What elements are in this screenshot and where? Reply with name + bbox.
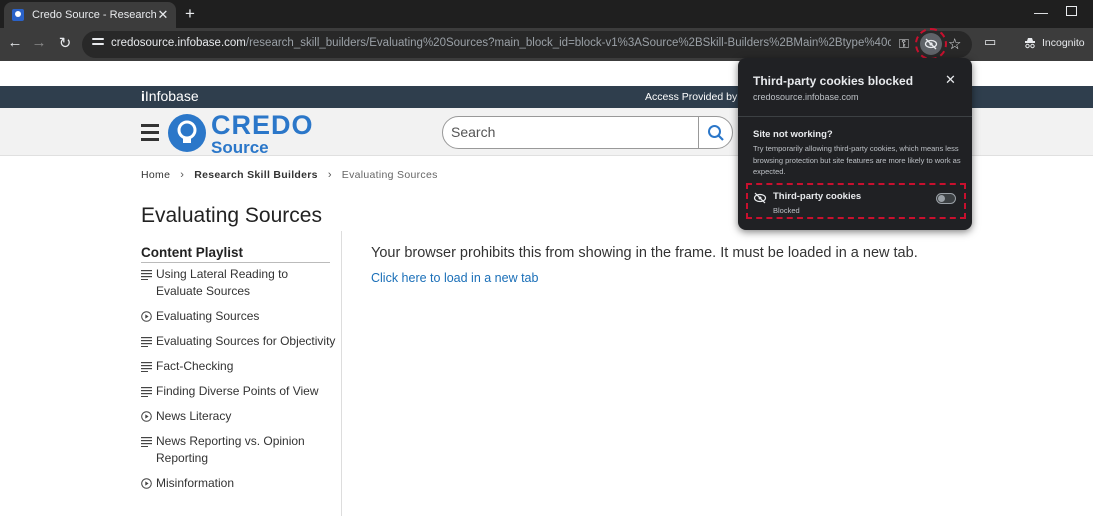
bookmark-star-icon[interactable]: ☆ [948,35,961,53]
lines-icon [141,268,152,280]
frame-blocked-message: Your browser prohibits this from showing… [371,245,918,261]
profile-label: Incognito [1042,37,1085,49]
lines-icon [141,385,152,397]
breadcrumb-current: Evaluating Sources [341,169,438,181]
infobase-logo[interactable]: iInfobase [141,88,199,104]
close-icon[interactable]: ✕ [945,72,956,88]
reload-button[interactable]: ↻ [56,34,74,52]
url-text[interactable]: credosource.infobase.com/research_skill_… [111,37,891,49]
popup-description: Try temporarily allowing third-party coo… [753,144,961,176]
breadcrumb-chevron-icon: › [180,169,185,181]
lines-icon [141,360,152,372]
reading-mode-icon[interactable]: ▭ [984,34,996,50]
forward-button[interactable]: → [30,34,48,51]
playlist-item-label: News Literacy [156,409,232,423]
playlist-item-label: Evaluating Sources [156,309,260,323]
play-circle-icon [141,310,152,322]
eye-off-icon [753,191,767,210]
playlist-heading: Content Playlist [141,245,330,263]
tab-close-button[interactable]: ✕ [156,7,170,23]
cookie-popup: Third-party cookies blocked credosource.… [738,58,972,230]
breadcrumb-section[interactable]: Research Skill Builders [194,169,318,181]
playlist-item[interactable]: Evaluating Sources [141,308,336,325]
tab-strip: Credo Source - ResearchSkillBu ✕ + — [0,0,1093,28]
tab-title: Credo Source - ResearchSkillBu [32,9,156,21]
breadcrumb: Home › Research Skill Builders › Evaluat… [141,169,438,181]
credo-source-logo[interactable]: CREDO Source [211,112,314,157]
site-info-icon[interactable] [92,38,104,50]
page-title: Evaluating Sources [141,204,322,227]
new-tab-button[interactable]: + [182,4,198,24]
content-playlist: Using Lateral Reading to Evaluate Source… [141,266,336,500]
browser-toolbar: ← → ↻ credosource.infobase.com/research_… [0,28,1093,61]
play-circle-icon [141,410,152,422]
popup-divider [738,116,972,117]
popup-site: credosource.infobase.com [753,92,859,102]
search-input[interactable] [451,124,691,140]
lines-icon [141,335,152,347]
playlist-item[interactable]: Fact-Checking [141,358,336,375]
third-party-cookies-toggle[interactable] [936,193,956,204]
playlist-item-label: Misinformation [156,476,235,490]
playlist-item[interactable]: Finding Diverse Points of View [141,383,336,400]
playlist-item-label: Fact-Checking [156,359,234,373]
playlist-item[interactable]: Using Lateral Reading to Evaluate Source… [141,266,336,300]
playlist-item[interactable]: News Reporting vs. Opinion Reporting [141,433,336,467]
toggle-knob [938,195,945,202]
address-bar[interactable]: credosource.infobase.com/research_skill_… [82,28,972,60]
search-box [442,116,733,149]
search-icon [708,124,724,141]
playlist-item[interactable]: Evaluating Sources for Objectivity [141,333,336,350]
cookie-toggle-label: Third-party cookies [773,191,862,202]
playlist-item[interactable]: News Literacy [141,408,336,425]
search-button[interactable] [698,117,733,148]
menu-icon[interactable] [141,124,159,145]
incognito-indicator[interactable]: Incognito [1024,37,1085,49]
lines-icon [141,435,152,447]
content-divider [341,231,342,516]
playlist-item-label: Finding Diverse Points of View [156,384,319,398]
playlist-item[interactable]: Misinformation [141,475,336,492]
playlist-item-label: Using Lateral Reading to Evaluate Source… [156,267,289,298]
back-button[interactable]: ← [6,34,24,51]
breadcrumb-home[interactable]: Home [141,169,170,181]
incognito-icon [1025,38,1035,49]
load-new-tab-link[interactable]: Click here to load in a new tab [371,271,538,285]
maximize-button[interactable] [1066,6,1077,16]
cookie-toggle-status: Blocked [773,206,800,215]
play-circle-icon [141,477,152,489]
browser-tab[interactable]: Credo Source - ResearchSkillBu ✕ [4,2,176,28]
credo-bulb-logo[interactable] [168,114,206,152]
popup-question: Site not working? [753,129,833,140]
third-party-cookies-row[interactable]: Third-party cookies Blocked [746,183,966,219]
playlist-item-label: Evaluating Sources for Objectivity [156,334,336,348]
popup-title: Third-party cookies blocked [753,74,914,88]
breadcrumb-chevron-icon: › [327,169,332,181]
third-party-cookies-blocked-icon[interactable] [915,28,947,60]
playlist-item-label: News Reporting vs. Opinion Reporting [156,434,305,465]
minimize-button[interactable]: — [1034,4,1048,20]
key-icon[interactable]: ⚿ [899,36,909,52]
credo-favicon-icon [12,9,24,21]
access-provided-text: Access Provided by C [645,91,748,103]
